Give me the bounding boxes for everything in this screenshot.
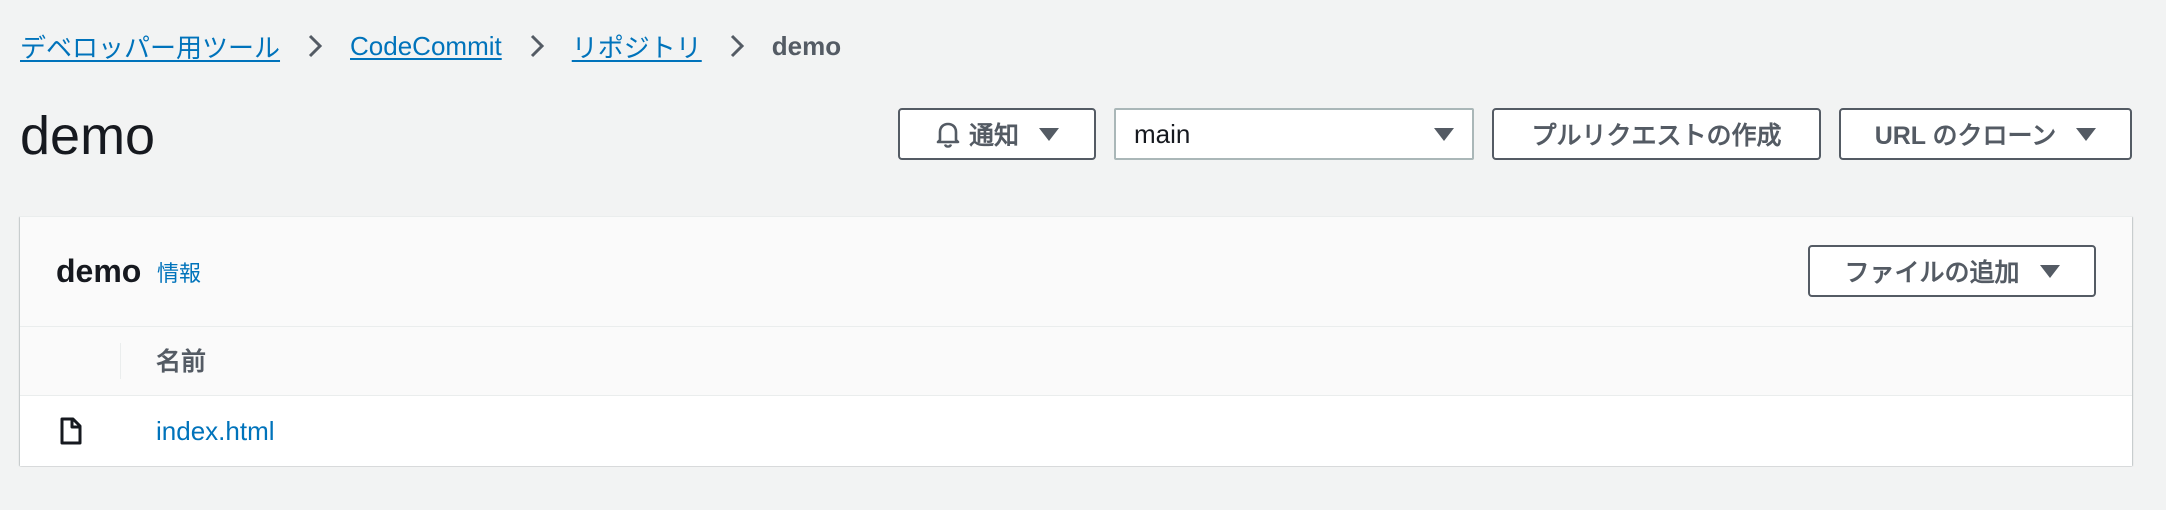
create-pull-request-button[interactable]: プルリクエストの作成 [1492, 108, 1821, 160]
clone-url-label: URL のクローン [1874, 122, 2057, 150]
create-pull-request-label: プルリクエストの作成 [1531, 122, 1782, 150]
breadcrumb: デベロッパー用ツール CodeCommit リポジトリ demo [20, 26, 841, 66]
clone-url-button[interactable]: URL のクローン [1839, 108, 2132, 160]
page-title: demo [20, 106, 156, 166]
notify-button[interactable]: 通知 [898, 108, 1096, 160]
caret-down-icon [2076, 127, 2097, 141]
breadcrumb-repositories[interactable]: リポジトリ [572, 28, 702, 65]
caret-down-icon [1434, 127, 1454, 141]
table-header: 名前 [20, 327, 2132, 396]
add-file-button[interactable]: ファイルの追加 [1808, 245, 2096, 297]
chevron-right-icon [520, 29, 554, 63]
chevron-right-icon [720, 29, 754, 63]
branch-select[interactable]: main [1114, 108, 1474, 160]
caret-down-icon [1039, 127, 1059, 141]
breadcrumb-codecommit[interactable]: CodeCommit [350, 31, 502, 62]
chevron-right-icon [298, 29, 332, 63]
bell-icon [935, 120, 961, 148]
column-header-name[interactable]: 名前 [156, 345, 206, 379]
file-icon [56, 416, 86, 446]
info-link[interactable]: 情報 [157, 257, 201, 291]
panel-title: demo [56, 253, 142, 289]
add-file-label: ファイルの追加 [1844, 259, 2020, 287]
panel-header: demo 情報 ファイルの追加 [20, 217, 2132, 327]
branch-value: main [1134, 118, 1191, 149]
breadcrumb-developer-tools[interactable]: デベロッパー用ツール [20, 28, 280, 65]
notify-label: 通知 [968, 122, 1019, 150]
repository-panel: demo 情報 ファイルの追加 名前 index.html [20, 216, 2132, 466]
table-row: index.html [20, 396, 2132, 466]
file-link[interactable]: index.html [156, 414, 275, 448]
column-divider [120, 343, 121, 379]
breadcrumb-current: demo [771, 30, 842, 61]
caret-down-icon [2039, 264, 2060, 278]
